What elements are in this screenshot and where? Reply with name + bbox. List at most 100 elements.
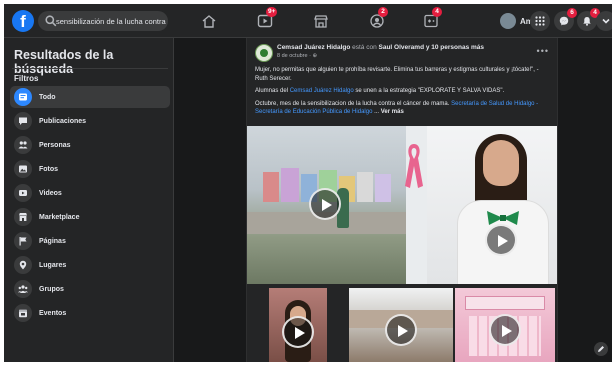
pages-flag-icon [14,232,32,250]
see-more-link[interactable]: Ver más [381,109,404,115]
watch-badge: 9+ [266,7,278,17]
text-segment: Octubre, mes de la sensibilizacion de la… [255,100,452,107]
filter-item-eventos[interactable]: Eventos [10,302,170,324]
scene-face [483,140,519,186]
post-tagged-link[interactable]: Saul Olveramd [379,44,425,51]
filter-label: Publicaciones [39,117,87,125]
search-input[interactable] [56,12,166,30]
filter-item-fotos[interactable]: Fotos [10,158,170,180]
video-thumbnail-1[interactable] [247,126,406,284]
post-header: Cemsad Juárez Hidalgo está con Saul Olve… [277,44,527,51]
play-button[interactable] [282,316,314,348]
groups-icon [14,280,32,298]
avatar [500,13,516,29]
notifications-button[interactable]: 4 [577,8,600,31]
cemsad-link[interactable]: Cemsad Juárez Hidalgo [290,88,354,94]
filter-label: Personas [39,141,71,149]
facebook-window: f 9+ 2 4 Ami [4,4,612,362]
messenger-button[interactable]: 6 [554,8,577,31]
filter-label: Todo [39,93,56,101]
notifications-bell-icon [583,17,591,26]
filters-heading: Filtros [14,74,39,83]
post-media-grid [247,126,557,284]
post-text: Mujer, no permitas que alguien te prohíb… [255,66,551,121]
video-thumbnail-3[interactable] [269,288,327,362]
nav-watch[interactable]: 9+ [250,7,280,33]
scene-banner [465,296,545,310]
post-paragraph-1: Mujer, no permitas que alguien te prohíb… [255,67,539,82]
post-media-row [247,288,557,362]
filter-label: Marketplace [39,213,80,221]
post-options-icon[interactable]: ••• [537,46,549,56]
search-result-post: Cemsad Juárez Hidalgo está con Saul Olve… [246,38,558,362]
filter-item-grupos[interactable]: Grupos [10,278,170,300]
play-icon [398,325,408,337]
nav-groups[interactable]: 2 [362,7,392,33]
post-others-link[interactable]: y 10 personas más [424,44,484,51]
play-button[interactable] [385,314,417,346]
post-timestamp[interactable]: 8 de octubre · ⊕ [277,53,317,59]
text-segment: ... [372,109,381,115]
text-segment: se unen a la estrategia "EXPLORATE Y SAL… [353,88,505,94]
filter-item-lugares[interactable]: Lugares [10,254,170,276]
video-thumbnail-2[interactable] [427,126,557,284]
nav-home[interactable] [194,9,224,33]
filter-label: Páginas [39,237,66,245]
post-author-avatar[interactable] [255,44,273,62]
play-icon [295,327,305,339]
all-results-icon [14,88,32,106]
facebook-logo[interactable]: f [12,10,34,32]
posts-icon [14,112,32,130]
filter-item-personas[interactable]: Personas [10,134,170,156]
video-thumbnail-5[interactable] [455,288,555,362]
top-navigation-bar: f 9+ 2 4 Ami [4,4,612,38]
post-paragraph-2: Alumnas del Cemsad Juárez Hidalgo se une… [255,87,551,96]
home-icon [202,15,216,28]
groups-badge: 2 [378,7,388,17]
play-icon [498,235,508,247]
video-thumbnail-4[interactable] [349,288,453,362]
text-segment: Alumnas del [255,88,290,94]
account-button[interactable] [596,11,612,31]
filter-item-publicaciones[interactable]: Publicaciones [10,110,170,132]
pink-ribbon-image [405,144,423,188]
post-author-link[interactable]: Cemsad Juárez Hidalgo [277,44,350,51]
menu-button[interactable] [530,11,550,31]
filter-label: Videos [39,189,62,197]
sidebar-divider [12,68,168,69]
people-icon [14,136,32,154]
account-chevron-icon [602,18,610,24]
filter-label: Fotos [39,165,59,173]
play-button[interactable] [309,188,341,220]
play-icon [322,199,332,211]
nav-gaming[interactable]: 4 [416,7,446,33]
marketplace-icon [14,208,32,226]
gaming-badge: 4 [432,7,442,17]
messenger-badge: 6 [567,8,577,18]
filter-label: Eventos [39,309,67,317]
play-button[interactable] [489,314,521,346]
filter-item-marketplace[interactable]: Marketplace [10,206,170,228]
messenger-icon [559,16,569,26]
filter-label: Lugares [39,261,67,269]
videos-icon [14,184,32,202]
filter-label: Grupos [39,285,64,293]
play-icon [502,325,512,337]
play-button[interactable] [485,224,517,256]
filter-item-videos[interactable]: Videos [10,182,170,204]
new-message-button[interactable] [594,342,608,356]
filter-item-todo[interactable]: Todo [10,86,170,108]
compose-icon [598,346,604,352]
nav-marketplace[interactable] [306,9,336,33]
filter-item-paginas[interactable]: Páginas [10,230,170,252]
post-paragraph-3: Octubre, mes de la sensibilizacion de la… [255,100,551,117]
marketplace-icon [314,15,328,28]
search-results-sidebar: Resultados de la búsqueda Filtros Todo P… [4,38,174,362]
places-pin-icon [14,256,32,274]
page-title: Resultados de la búsqueda [14,48,114,76]
search-box[interactable] [38,11,168,31]
post-with-text: está con [350,44,379,51]
events-calendar-icon [14,304,32,322]
photos-icon [14,160,32,178]
menu-grid-icon [535,16,545,26]
